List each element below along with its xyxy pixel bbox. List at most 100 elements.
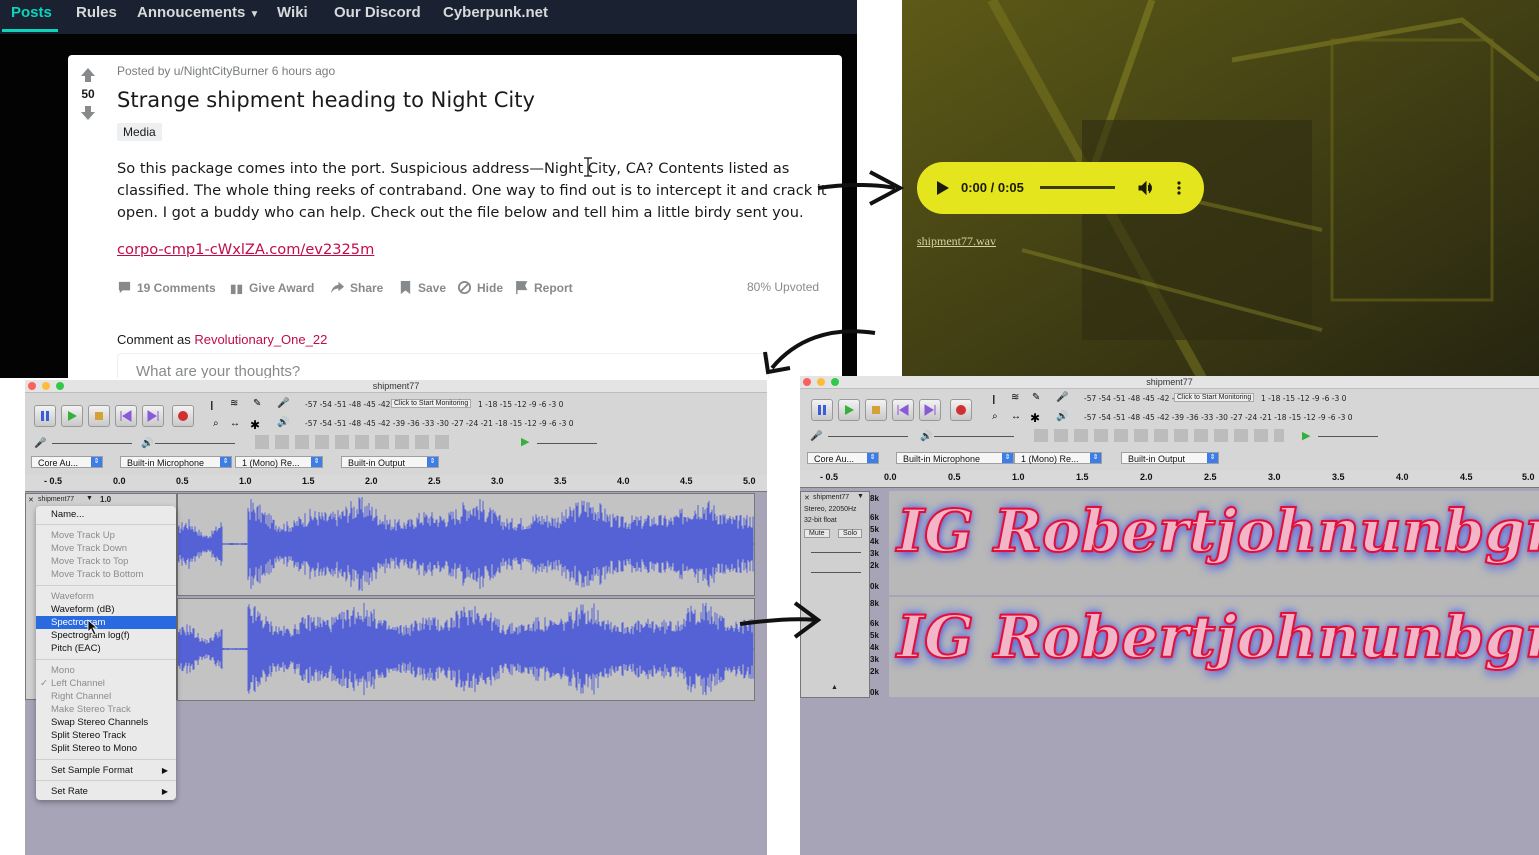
zoom-tool-icon[interactable]: ⌕ xyxy=(992,411,998,422)
play-at-speed-icon[interactable]: ▶ xyxy=(521,435,529,448)
playback-volume-slider[interactable] xyxy=(155,443,235,444)
menu-item-name[interactable]: Name... xyxy=(51,509,84,520)
playback-volume-slider[interactable] xyxy=(934,436,1014,437)
waveform-left-channel[interactable] xyxy=(177,493,755,596)
comments-button[interactable]: 19 Comments xyxy=(117,280,216,295)
spectrogram-left-channel[interactable]: IG Robertjohnunbgrond xyxy=(889,491,1539,595)
menu-item-split-stereo[interactable]: Split Stereo Track xyxy=(51,730,126,741)
comment-username[interactable]: Revolutionary_One_22 xyxy=(194,332,327,347)
track-close-icon[interactable]: ✕ xyxy=(28,496,34,504)
start-monitoring-button[interactable]: Click to Start Monitoring xyxy=(391,399,472,408)
zoom-window-icon[interactable] xyxy=(831,378,839,386)
report-button[interactable]: Report xyxy=(514,280,573,295)
nav-rules[interactable]: Rules xyxy=(76,4,117,21)
give-award-button[interactable]: Give Award xyxy=(229,280,314,295)
selection-tool-icon[interactable]: I xyxy=(992,392,996,407)
multi-tool-icon[interactable]: ✱ xyxy=(1030,411,1040,425)
skip-start-button[interactable] xyxy=(892,399,914,421)
edit-toolbar[interactable] xyxy=(255,435,455,449)
collapse-track-icon[interactable]: ▲ xyxy=(831,684,838,691)
audio-host-select[interactable]: Core Au... ⇕ xyxy=(807,452,879,464)
output-device-select[interactable]: Built-in Output ⇕ xyxy=(341,456,439,468)
nav-cyberpunk[interactable]: Cyberpunk.net xyxy=(443,4,548,21)
menu-item-split-mono[interactable]: Split Stereo to Mono xyxy=(51,743,137,754)
nav-discord[interactable]: Our Discord xyxy=(334,4,421,21)
timeline-ruler[interactable]: - 0.5 0.0 0.5 1.0 1.5 2.0 2.5 3.0 3.5 4.… xyxy=(25,475,767,492)
output-device-select[interactable]: Built-in Output ⇕ xyxy=(1121,452,1219,464)
nav-announcements[interactable]: Annoucements ▼ xyxy=(137,4,259,21)
play-speed-slider[interactable] xyxy=(1318,436,1378,437)
close-window-icon[interactable] xyxy=(803,378,811,386)
envelope-tool-icon[interactable]: ≋ xyxy=(230,398,238,409)
close-window-icon[interactable] xyxy=(28,382,36,390)
skip-start-button[interactable] xyxy=(115,405,137,427)
post-flair[interactable]: Media xyxy=(117,123,162,141)
track-menu-chevron-icon[interactable]: ▼ xyxy=(86,495,93,502)
record-button[interactable] xyxy=(172,405,194,427)
zoom-window-icon[interactable] xyxy=(56,382,64,390)
timeshift-tool-icon[interactable]: ↔ xyxy=(230,418,240,429)
minimize-window-icon[interactable] xyxy=(817,378,825,386)
share-button[interactable]: Share xyxy=(330,280,383,295)
zoom-tool-icon[interactable]: ⌕ xyxy=(213,418,219,429)
play-speed-slider[interactable] xyxy=(537,443,597,444)
timeshift-tool-icon[interactable]: ↔ xyxy=(1011,411,1021,422)
spectrogram-right-channel[interactable]: IG Robertjohnunbgrond xyxy=(889,597,1539,697)
menu-item-set-rate[interactable]: Set Rate xyxy=(51,786,88,797)
downvote-icon[interactable] xyxy=(80,105,96,121)
draw-tool-icon[interactable]: ✎ xyxy=(253,398,261,409)
seek-bar[interactable] xyxy=(1040,186,1115,189)
nav-posts[interactable]: Posts xyxy=(11,4,52,21)
play-button[interactable] xyxy=(61,405,83,427)
timeline-ruler[interactable]: - 0.5 0.0 0.5 1.0 1.5 2.0 2.5 3.0 3.5 4.… xyxy=(800,471,1539,488)
record-button[interactable] xyxy=(950,399,972,421)
start-monitoring-button[interactable]: Click to Start Monitoring xyxy=(1174,393,1255,402)
post-title[interactable]: Strange shipment heading to Night City xyxy=(117,88,535,112)
post-link[interactable]: corpo-cmp1-cWxlZA.com/ev2325m xyxy=(117,241,374,258)
mute-button[interactable]: Mute xyxy=(804,529,830,538)
envelope-tool-icon[interactable]: ≋ xyxy=(1011,392,1019,403)
save-button[interactable]: Save xyxy=(398,280,446,295)
menu-item-spectrogram[interactable]: Spectrogram xyxy=(51,617,105,628)
multi-tool-icon[interactable]: ✱ xyxy=(250,418,260,432)
input-device-select[interactable]: Built-in Microphone ⇕ xyxy=(120,456,232,468)
draw-tool-icon[interactable]: ✎ xyxy=(1032,392,1040,403)
minimize-window-icon[interactable] xyxy=(42,382,50,390)
comment-input[interactable]: What are your thoughts? xyxy=(117,353,769,378)
recording-volume-slider[interactable] xyxy=(52,443,132,444)
record-meter-icon[interactable]: 🎤 xyxy=(1056,392,1068,403)
menu-item-sample-format[interactable]: Set Sample Format xyxy=(51,765,133,776)
selection-tool-icon[interactable]: I xyxy=(210,398,214,413)
pause-button[interactable] xyxy=(34,405,56,427)
menu-item-waveform-db[interactable]: Waveform (dB) xyxy=(51,604,115,615)
nav-wiki[interactable]: Wiki xyxy=(277,4,308,21)
post-meta[interactable]: Posted by u/NightCityBurner 6 hours ago xyxy=(117,64,335,78)
gain-slider[interactable] xyxy=(811,552,861,553)
record-meter-icon[interactable]: 🎤 xyxy=(277,398,289,409)
track-close-icon[interactable]: ✕ xyxy=(804,494,810,502)
pause-button[interactable] xyxy=(811,399,833,421)
track-control-panel[interactable]: ✕ shipment77 ▼ Stereo, 22050Hz 32-bit fl… xyxy=(800,491,870,698)
hide-button[interactable]: Hide xyxy=(457,280,503,295)
pan-slider[interactable] xyxy=(811,572,861,573)
input-device-select[interactable]: Built-in Microphone ⇕ xyxy=(896,452,1014,464)
channels-select[interactable]: 1 (Mono) Re... ⇕ xyxy=(1014,452,1102,464)
track-name-button[interactable]: shipment77 xyxy=(813,494,849,501)
stop-button[interactable] xyxy=(865,399,887,421)
menu-item-swap-channels[interactable]: Swap Stereo Channels xyxy=(51,717,148,728)
skip-end-button[interactable] xyxy=(919,399,941,421)
volume-icon[interactable] xyxy=(1138,180,1154,196)
edit-toolbar[interactable] xyxy=(1034,429,1284,442)
waveform-right-channel[interactable] xyxy=(177,598,755,701)
recording-volume-slider[interactable] xyxy=(828,436,908,437)
playback-meter-icon[interactable]: 🔊 xyxy=(277,417,289,428)
play-at-speed-icon[interactable]: ▶ xyxy=(1302,429,1310,442)
play-icon[interactable] xyxy=(933,179,951,197)
playback-meter-icon[interactable]: 🔊 xyxy=(1056,411,1068,422)
track-name-button[interactable]: shipment77 xyxy=(38,496,74,503)
menu-item-pitch[interactable]: Pitch (EAC) xyxy=(51,643,101,654)
play-button[interactable] xyxy=(838,399,860,421)
channels-select[interactable]: 1 (Mono) Re... ⇕ xyxy=(235,456,323,468)
upvote-icon[interactable] xyxy=(80,67,96,83)
audio-host-select[interactable]: Core Au... ⇕ xyxy=(31,456,103,468)
